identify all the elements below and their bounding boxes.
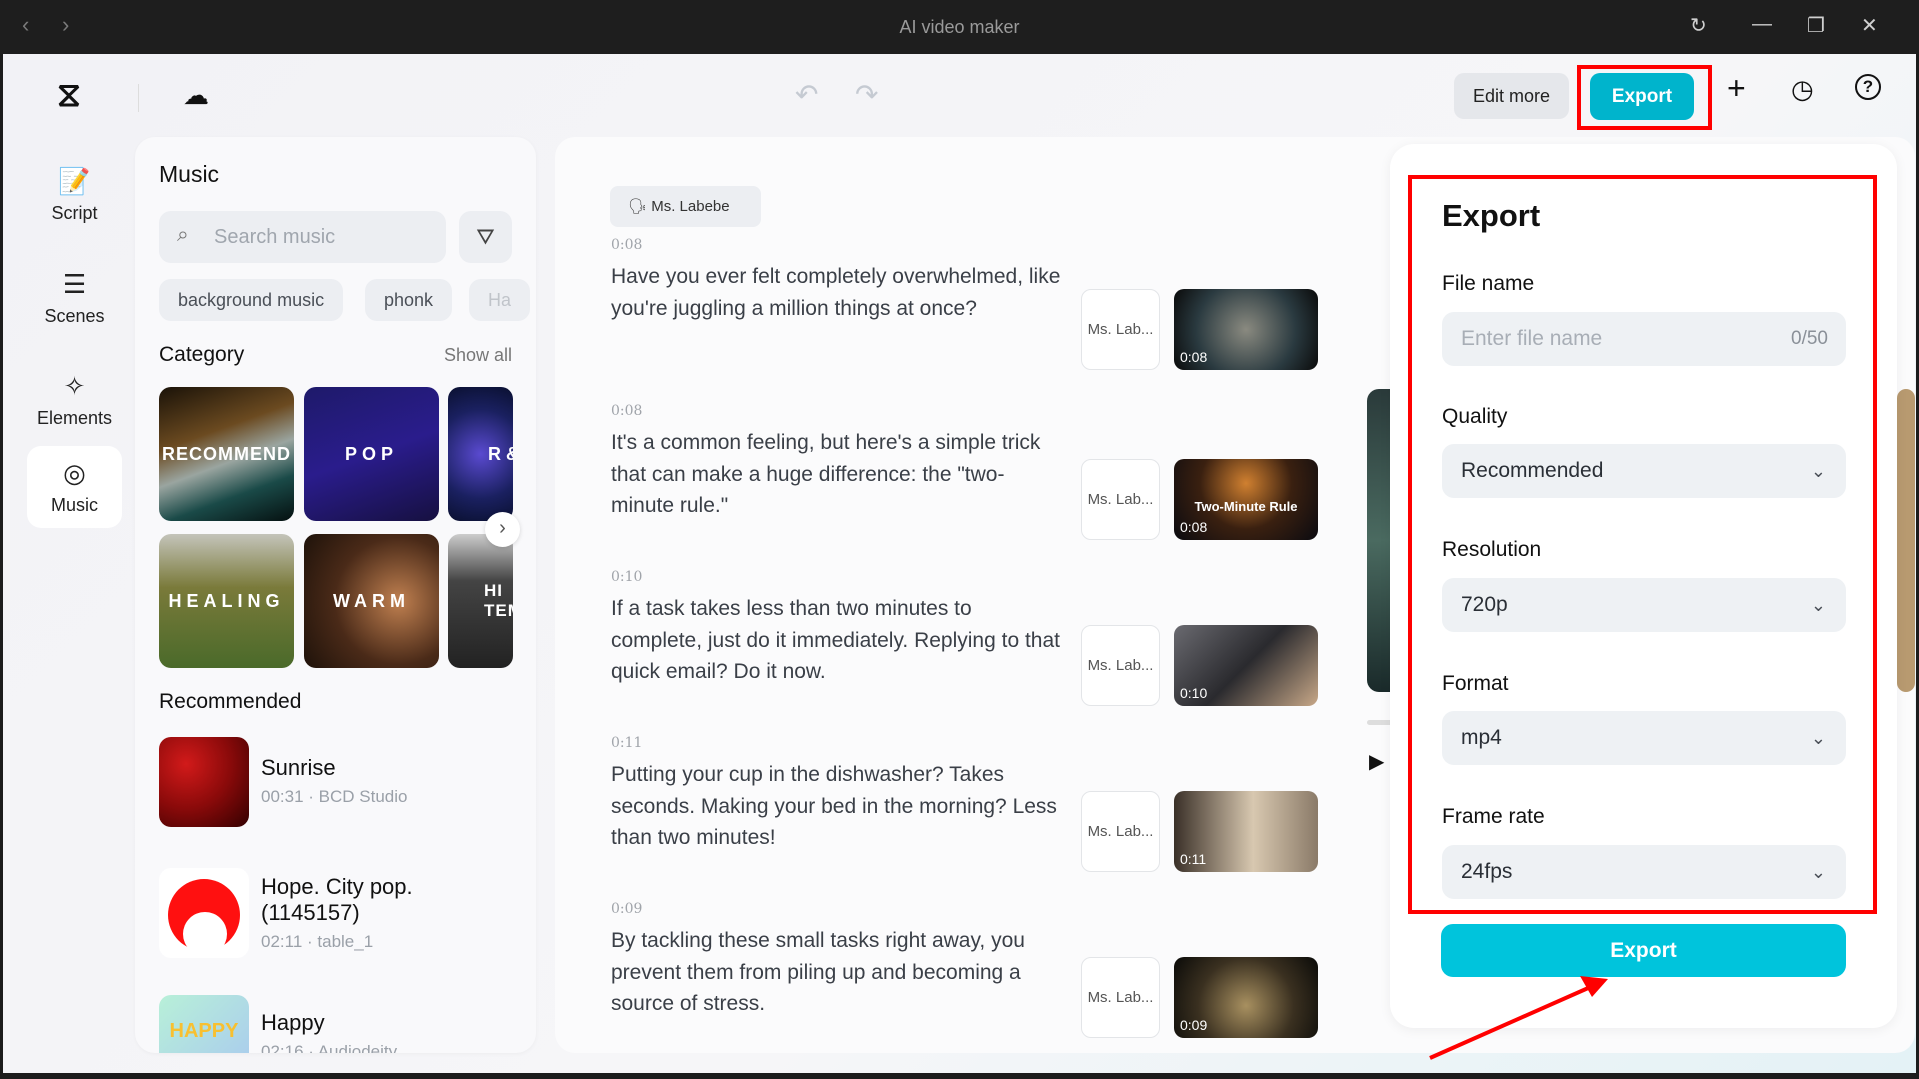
annotation-arrow: [1429, 976, 1608, 1060]
